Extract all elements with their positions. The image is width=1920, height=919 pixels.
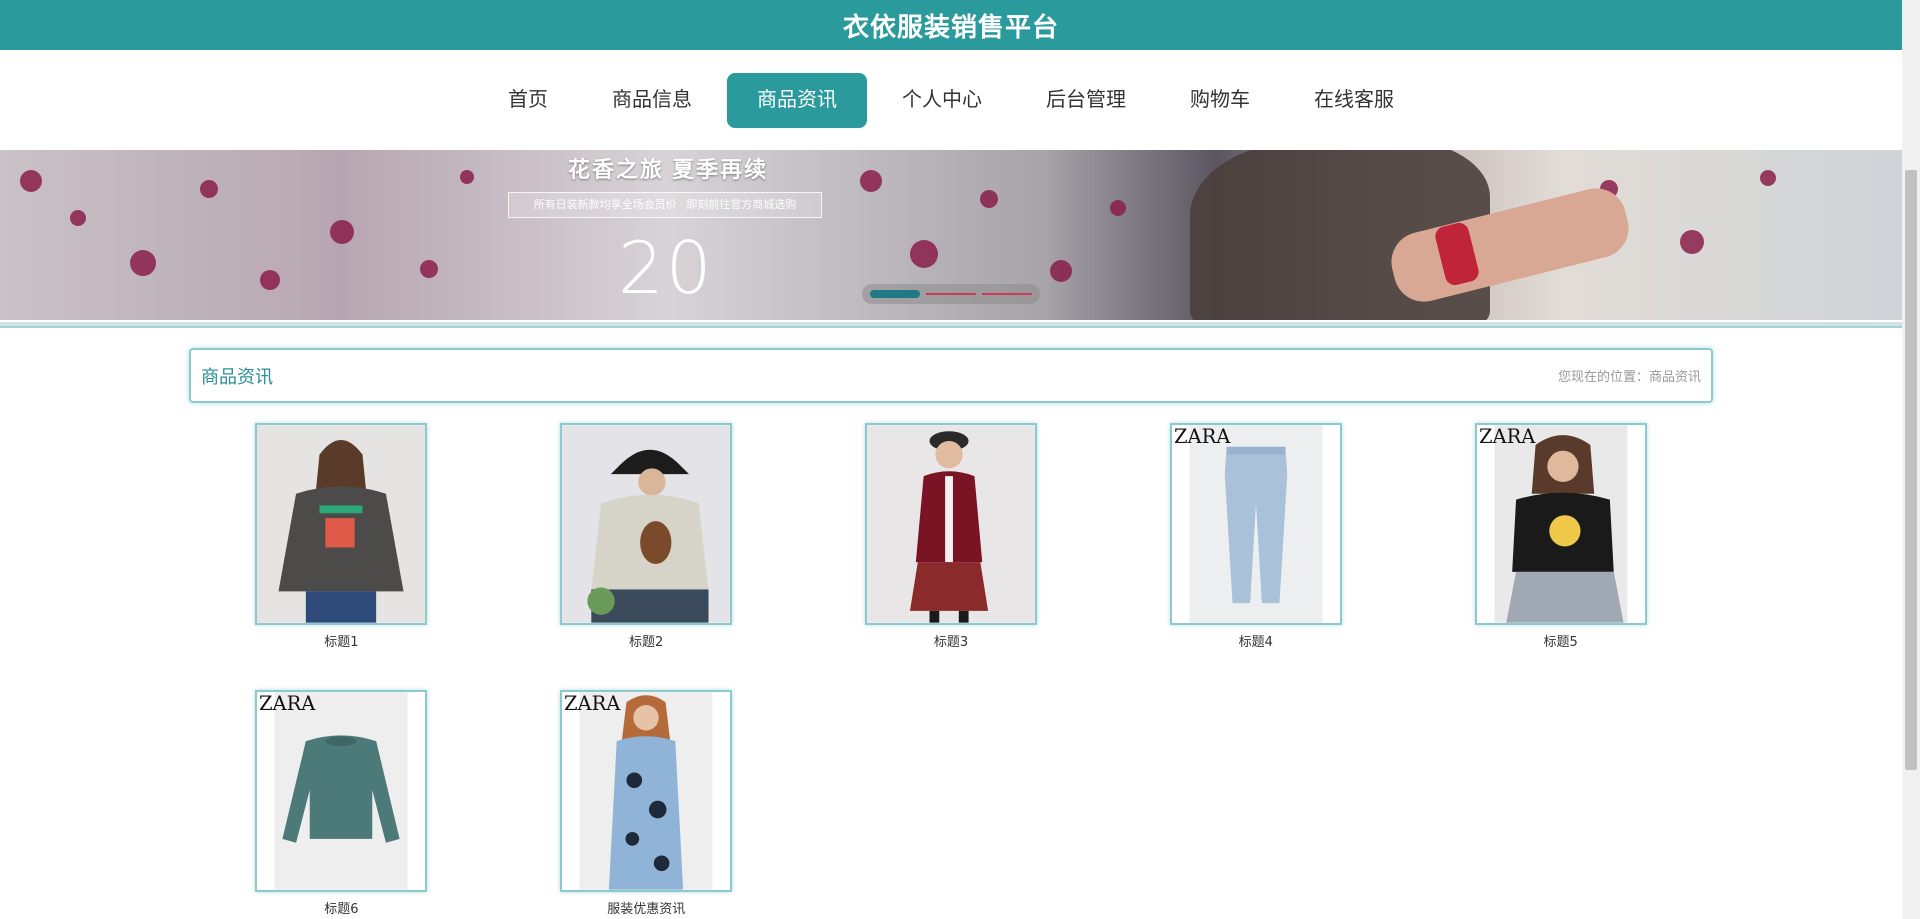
page-scrollbar[interactable] xyxy=(1902,0,1920,919)
carousel-dot-2[interactable] xyxy=(926,293,976,295)
section-title: 商品资讯 xyxy=(201,366,273,387)
blossom-decoration xyxy=(420,260,438,278)
blossom-decoration xyxy=(20,170,42,192)
nav-item-home[interactable]: 首页 xyxy=(479,73,577,128)
blossom-decoration xyxy=(460,170,474,184)
news-title[interactable]: 标题3 xyxy=(934,631,968,650)
blossom-decoration xyxy=(910,240,938,268)
news-thumbnail[interactable] xyxy=(864,423,1037,625)
zara-woman-black-tee-image: ZARA xyxy=(1476,425,1645,623)
nav-item-cart[interactable]: 购物车 xyxy=(1161,73,1279,128)
banner-divider xyxy=(0,322,1902,328)
top-title-bar: 衣依服装销售平台 xyxy=(0,0,1902,50)
blossom-decoration xyxy=(70,210,86,226)
blossom-decoration xyxy=(860,170,882,192)
news-thumbnail[interactable]: ZARA xyxy=(255,690,428,892)
blossom-decoration xyxy=(260,270,280,290)
blossom-decoration xyxy=(1760,170,1776,186)
news-title[interactable]: 标题5 xyxy=(1543,631,1577,650)
news-title[interactable]: 标题1 xyxy=(324,631,358,650)
news-thumbnail[interactable] xyxy=(560,423,733,625)
news-card[interactable]: 标题1 xyxy=(189,423,494,650)
site-title: 衣依服装销售平台 xyxy=(842,11,1059,42)
zara-woman-floral-dress-image: ZARA xyxy=(562,692,731,890)
nav-item-news[interactable]: 商品资讯 xyxy=(727,72,867,128)
svg-text:ZARA: ZARA xyxy=(1479,425,1536,448)
blossom-decoration xyxy=(330,220,354,244)
nav-item-profile[interactable]: 个人中心 xyxy=(873,73,1011,128)
news-title[interactable]: 服装优惠资讯 xyxy=(607,898,685,917)
news-title[interactable]: 标题2 xyxy=(629,631,663,650)
section-header: 商品资讯 您现在的位置：商品资讯 xyxy=(189,348,1713,403)
svg-text:ZARA: ZARA xyxy=(1174,425,1231,448)
blossom-decoration xyxy=(980,190,998,208)
breadcrumb: 您现在的位置：商品资讯 xyxy=(1557,369,1701,384)
news-card[interactable]: ZARA 服装优惠资讯 xyxy=(494,690,799,917)
news-card[interactable]: ZARA 标题4 xyxy=(1103,423,1408,650)
svg-text:ZARA: ZARA xyxy=(564,692,621,715)
banner-heading: 花香之旅 夏季再续 xyxy=(568,157,769,182)
blossom-decoration xyxy=(200,180,218,198)
carousel-indicators xyxy=(862,284,1040,304)
banner-number: 20 xyxy=(618,226,714,310)
scrollbar-thumb[interactable] xyxy=(1905,170,1917,770)
blossom-decoration xyxy=(1110,200,1126,216)
blossom-decoration xyxy=(1050,260,1072,282)
main-nav: 首页 商品信息 商品资讯 个人中心 后台管理 购物车 在线客服 xyxy=(0,50,1902,150)
svg-text:ZARA: ZARA xyxy=(259,692,316,715)
news-card[interactable]: ZARA 标题5 xyxy=(1408,423,1713,650)
news-thumbnail[interactable]: ZARA xyxy=(1474,423,1647,625)
carousel-dot-1[interactable] xyxy=(870,290,920,298)
news-card[interactable]: ZARA 标题6 xyxy=(189,690,494,917)
news-thumbnail[interactable] xyxy=(255,423,428,625)
woman-red-cardigan-image xyxy=(866,425,1035,623)
nav-item-support[interactable]: 在线客服 xyxy=(1285,73,1423,128)
news-title[interactable]: 标题4 xyxy=(1239,631,1273,650)
news-card[interactable]: 标题2 xyxy=(494,423,799,650)
zara-light-jeans-image: ZARA xyxy=(1171,425,1340,623)
news-card[interactable]: 标题3 xyxy=(799,423,1104,650)
nav-item-admin[interactable]: 后台管理 xyxy=(1017,73,1155,128)
nav-item-products[interactable]: 商品信息 xyxy=(583,73,721,128)
blossom-decoration xyxy=(130,250,156,276)
news-grid: 标题1 标题2 标题3 ZARA 标题4 ZARA 标题5 ZARA 标题6 Z… xyxy=(189,423,1713,917)
blossom-decoration xyxy=(1680,230,1704,254)
news-thumbnail[interactable]: ZARA xyxy=(560,690,733,892)
banner-subline: 所有日装新款均享全场会员价 · 即刻前往官方商城选购 xyxy=(508,192,822,218)
news-thumbnail[interactable]: ZARA xyxy=(1169,423,1342,625)
banner-carousel[interactable]: 花香之旅 夏季再续 所有日装新款均享全场会员价 · 即刻前往官方商城选购 20 xyxy=(0,150,1902,320)
carousel-dot-3[interactable] xyxy=(982,293,1032,295)
zara-green-sweatshirt-image: ZARA xyxy=(257,692,426,890)
woman-grey-sweatshirt-image xyxy=(257,425,426,623)
woman-bucket-hat-sweater-image xyxy=(562,425,731,623)
news-title[interactable]: 标题6 xyxy=(324,898,358,917)
